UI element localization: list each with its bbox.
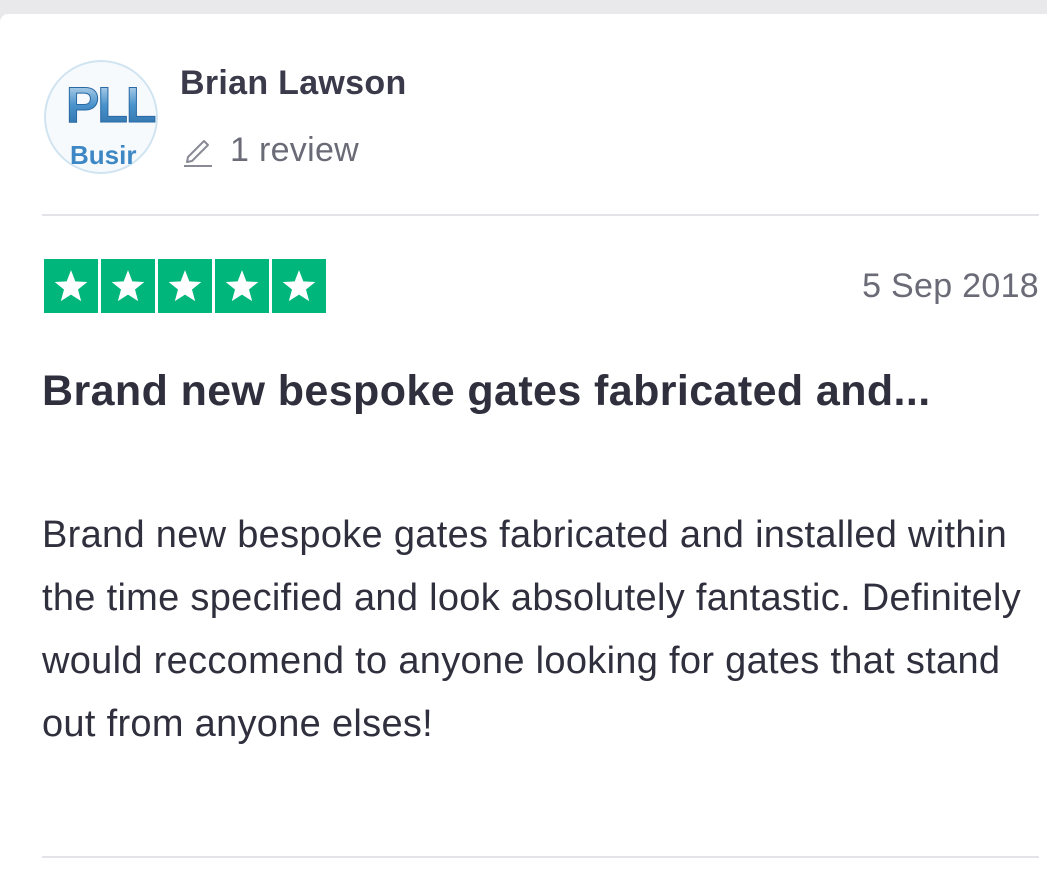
star-icon bbox=[215, 259, 269, 313]
review-count-row[interactable]: 1 review bbox=[180, 130, 359, 170]
pencil-icon bbox=[184, 140, 212, 167]
review-body: Brand new bespoke gates fabricated and i… bbox=[42, 514, 1022, 745]
review-title[interactable]: Brand new bespoke gates fabricated and..… bbox=[42, 356, 1002, 426]
review-date: 5 Sep 2018 bbox=[862, 267, 1039, 305]
star-icon bbox=[101, 259, 155, 313]
review-count: 1 review bbox=[230, 130, 360, 169]
star-icon bbox=[44, 259, 98, 313]
review-card: PLL Busir Brian Lawson 1 review 5 Sep 20… bbox=[0, 14, 1047, 883]
company-logo: PLL Busir bbox=[44, 60, 158, 174]
star-rating bbox=[44, 259, 326, 313]
star-icon bbox=[272, 259, 326, 313]
reviewer-name[interactable]: Brian Lawson bbox=[180, 64, 407, 103]
avatar-logo-subtext: Busir bbox=[70, 140, 136, 170]
star-icon bbox=[158, 259, 212, 313]
avatar-logo-text: PLL bbox=[66, 77, 155, 133]
header-divider bbox=[42, 214, 1039, 216]
footer-divider bbox=[42, 856, 1039, 858]
reviewer-avatar[interactable]: PLL Busir bbox=[44, 60, 158, 174]
